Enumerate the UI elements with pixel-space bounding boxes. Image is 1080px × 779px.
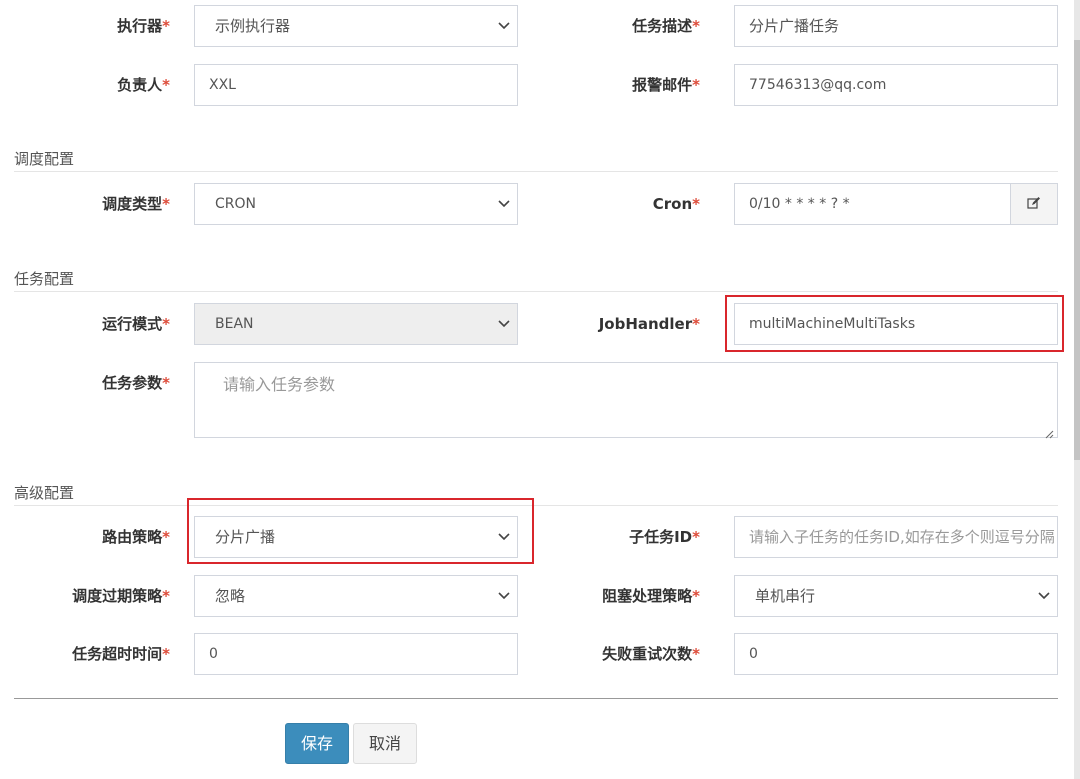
executor-select[interactable]: 示例执行器 <box>194 5 518 47</box>
section-divider <box>14 291 1058 292</box>
chevron-down-icon <box>497 304 511 344</box>
owner-input[interactable]: XXL <box>194 64 518 106</box>
schedule-section-title: 调度配置 <box>14 150 75 168</box>
chevron-down-icon <box>1037 576 1051 616</box>
highlight-box-route-strategy <box>187 498 534 564</box>
job-params-placeholder: 请输入任务参数 <box>223 375 336 394</box>
child-job-id-input[interactable]: 请输入子任务的任务ID,如存在多个则逗号分隔 <box>734 516 1058 558</box>
timeout-value: 0 <box>209 646 218 662</box>
job-desc-input[interactable]: 分片广播任务 <box>734 5 1058 47</box>
run-mode-select[interactable]: BEAN <box>194 303 518 345</box>
alarm-email-input[interactable]: 77546313@qq.com <box>734 64 1058 106</box>
job-params-label: 任务参数* <box>102 374 170 392</box>
job-edit-form: 执行器* 示例执行器 任务描述* 分片广播任务 负责人* XXL 报警邮件* 7… <box>0 0 1080 779</box>
resize-grip-icon[interactable] <box>1044 424 1054 439</box>
cron-edit-button[interactable] <box>1010 183 1058 225</box>
owner-label: 负责人* <box>117 76 170 94</box>
section-divider <box>14 171 1058 172</box>
job-handler-label: JobHandler* <box>598 315 700 333</box>
task-section-title: 任务配置 <box>14 270 75 288</box>
fail-retry-input[interactable]: 0 <box>734 633 1058 675</box>
save-button[interactable]: 保存 <box>285 723 349 764</box>
owner-value: XXL <box>209 77 236 93</box>
chevron-down-icon <box>497 6 511 46</box>
section-divider <box>14 505 1058 506</box>
cron-label: Cron* <box>652 195 700 213</box>
job-params-textarea[interactable]: 请输入任务参数 <box>194 362 1058 439</box>
executor-value: 示例执行器 <box>215 17 291 35</box>
alarm-email-label: 报警邮件* <box>632 76 700 94</box>
executor-label: 执行器* <box>117 17 170 35</box>
block-strategy-label: 阻塞处理策略* <box>602 587 700 605</box>
alarm-email-value: 77546313@qq.com <box>749 77 887 93</box>
schedule-type-label: 调度类型* <box>102 195 170 213</box>
advanced-section-title: 高级配置 <box>14 484 75 502</box>
chevron-down-icon <box>497 576 511 616</box>
child-job-id-placeholder: 请输入子任务的任务ID,如存在多个则逗号分隔 <box>749 528 1055 546</box>
highlight-box-job-handler <box>725 295 1064 352</box>
job-desc-label: 任务描述* <box>632 17 700 35</box>
run-mode-label: 运行模式* <box>102 315 170 333</box>
cancel-button[interactable]: 取消 <box>353 723 417 764</box>
child-job-id-label: 子任务ID* <box>629 528 700 546</box>
timeout-label: 任务超时时间* <box>72 645 170 663</box>
cron-input[interactable]: 0/10 * * * * ? * <box>734 183 1011 225</box>
scrollbar-thumb[interactable] <box>1074 40 1080 460</box>
run-mode-value: BEAN <box>215 316 254 332</box>
misfire-strategy-select[interactable]: 忽略 <box>194 575 518 617</box>
block-strategy-select[interactable]: 单机串行 <box>734 575 1058 617</box>
misfire-strategy-value: 忽略 <box>215 587 246 605</box>
timeout-input[interactable]: 0 <box>194 633 518 675</box>
job-desc-value: 分片广播任务 <box>749 17 840 35</box>
cron-value: 0/10 * * * * ? * <box>749 196 850 212</box>
schedule-type-value: CRON <box>215 196 256 212</box>
route-strategy-label: 路由策略* <box>102 528 170 546</box>
schedule-type-select[interactable]: CRON <box>194 183 518 225</box>
footer-divider <box>14 698 1058 699</box>
fail-retry-value: 0 <box>749 646 758 662</box>
chevron-down-icon <box>497 184 511 224</box>
misfire-strategy-label: 调度过期策略* <box>72 587 170 605</box>
scrollbar[interactable] <box>1074 0 1080 779</box>
fail-retry-label: 失败重试次数* <box>602 645 700 663</box>
edit-icon <box>1027 195 1041 214</box>
block-strategy-value: 单机串行 <box>755 587 816 605</box>
